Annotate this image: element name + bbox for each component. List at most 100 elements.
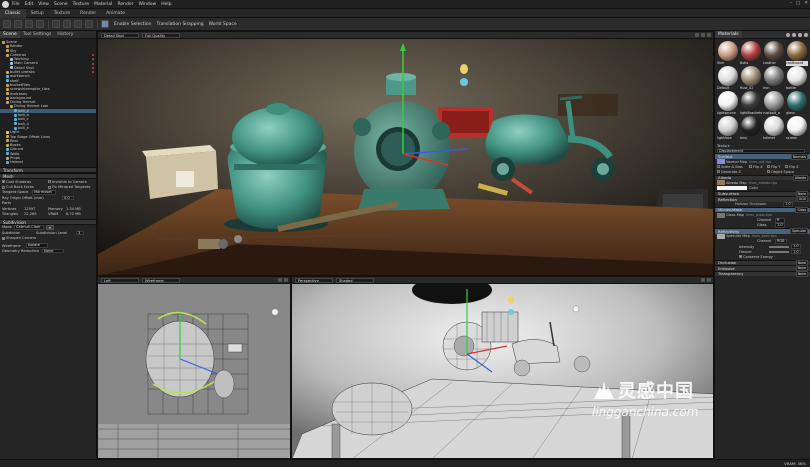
intensity-slider[interactable] bbox=[769, 245, 789, 248]
select-tool-icon[interactable] bbox=[3, 20, 11, 28]
add-light-icon[interactable] bbox=[52, 20, 60, 28]
material-swatch[interactable]: Skin bbox=[717, 41, 738, 66]
main-viewport[interactable]: Detail Shot Full Quality bbox=[97, 31, 714, 276]
flip-x-checkbox[interactable] bbox=[749, 165, 752, 169]
tab-tool-settings[interactable]: Tool Settings bbox=[20, 31, 55, 38]
fix-mirrored-tangents-checkbox[interactable] bbox=[48, 185, 51, 189]
add-material-icon[interactable] bbox=[786, 32, 790, 37]
fresnel-slider[interactable] bbox=[769, 250, 789, 253]
material-swatch[interactable]: screen bbox=[786, 116, 807, 141]
material-preview[interactable] bbox=[787, 66, 807, 86]
main-quality-dropdown[interactable]: Full Quality bbox=[142, 32, 180, 38]
mode-apply-button[interactable]: ▾ bbox=[46, 224, 54, 230]
material-swatch[interactable]: Bolts bbox=[740, 41, 761, 66]
viewport-maximize-icon[interactable] bbox=[701, 33, 705, 37]
perspective-camera-dropdown[interactable]: Perspective bbox=[295, 277, 333, 283]
maximize-icon[interactable]: □ bbox=[796, 1, 800, 6]
add-camera-icon[interactable] bbox=[63, 20, 71, 28]
scene-tree-item[interactable]: Helmet bbox=[0, 160, 96, 164]
material-preview[interactable] bbox=[764, 91, 784, 111]
generate-z-checkbox[interactable] bbox=[717, 170, 720, 174]
viewport-close-icon[interactable] bbox=[284, 278, 288, 282]
material-settings-icon[interactable] bbox=[804, 32, 808, 37]
wireframe-dropdown[interactable]: Isolate bbox=[26, 243, 48, 248]
displacement-dropdown[interactable]: Displacement bbox=[717, 148, 805, 154]
material-swatch[interactable]: bottle bbox=[786, 66, 807, 91]
scale-tool-icon[interactable] bbox=[36, 20, 44, 28]
gloss-field[interactable]: 1.0 bbox=[775, 223, 785, 228]
visibility-icon[interactable] bbox=[92, 58, 94, 61]
left-viewport[interactable]: Left Wireframe bbox=[97, 276, 291, 459]
material-swatch[interactable]: lightBrackets bbox=[740, 91, 762, 116]
viewport-settings-icon[interactable] bbox=[695, 33, 699, 37]
menu-file[interactable]: File bbox=[12, 2, 20, 7]
gloss-channel-dropdown[interactable]: R bbox=[775, 218, 785, 223]
material-swatch[interactable]: lightsource bbox=[717, 91, 738, 116]
menu-help[interactable]: Help bbox=[161, 2, 171, 7]
fresnel-field[interactable]: 1.0 bbox=[791, 249, 801, 255]
geometry-reduction-dropdown[interactable]: None bbox=[42, 248, 64, 254]
tab-texture[interactable]: Texture bbox=[49, 9, 75, 18]
duplicate-material-icon[interactable] bbox=[792, 32, 796, 37]
enable-selection-toggle[interactable]: Enable Selection bbox=[114, 22, 152, 27]
menu-render[interactable]: Render bbox=[117, 2, 133, 7]
visibility-icon[interactable] bbox=[92, 66, 94, 69]
flip-z-checkbox[interactable] bbox=[785, 165, 788, 169]
tab-render[interactable]: Render bbox=[75, 9, 101, 18]
material-preview[interactable] bbox=[787, 91, 807, 111]
material-preview[interactable] bbox=[787, 41, 807, 61]
add-shadow-catcher-icon[interactable] bbox=[85, 20, 93, 28]
material-swatch[interactable]: lightface bbox=[717, 116, 738, 141]
tab-history[interactable]: History bbox=[54, 31, 76, 38]
invisible-to-camera-checkbox[interactable] bbox=[48, 180, 51, 184]
material-preview[interactable] bbox=[764, 116, 784, 136]
gloss-map-thumb[interactable] bbox=[717, 212, 725, 218]
intensity-field[interactable]: 1.0 bbox=[791, 244, 801, 249]
tab-animate[interactable]: Animate bbox=[101, 9, 130, 18]
left-camera-dropdown[interactable]: Left bbox=[101, 277, 139, 283]
ray-origin-field[interactable]: 0.0 bbox=[62, 195, 74, 201]
material-swatch[interactable]: helmet bbox=[763, 116, 784, 141]
visibility-icon[interactable] bbox=[92, 54, 94, 57]
viewport-settings-icon[interactable] bbox=[701, 278, 705, 282]
material-swatch[interactable]: Rust_02 bbox=[740, 66, 761, 91]
albedo-type-dropdown[interactable]: Albedo bbox=[792, 174, 808, 181]
cast-shadows-checkbox[interactable] bbox=[2, 180, 5, 184]
perspective-mode-dropdown[interactable]: Shaded bbox=[336, 277, 374, 283]
tab-scene[interactable]: Scene bbox=[0, 31, 20, 38]
tab-classic[interactable]: Classic bbox=[0, 8, 26, 18]
material-preview[interactable] bbox=[764, 41, 784, 61]
sharpen-corners-checkbox[interactable] bbox=[2, 236, 5, 240]
viewport-close-icon[interactable] bbox=[707, 33, 711, 37]
material-swatch[interactable]: cardboard bbox=[786, 41, 808, 66]
close-icon[interactable]: ✕ bbox=[804, 1, 808, 6]
material-preview[interactable] bbox=[787, 116, 807, 136]
rotate-tool-icon[interactable] bbox=[25, 20, 33, 28]
material-preview[interactable] bbox=[741, 66, 761, 86]
transparency-type-dropdown[interactable]: None bbox=[795, 271, 808, 278]
left-mode-dropdown[interactable]: Wireframe bbox=[142, 277, 180, 283]
move-tool-icon[interactable] bbox=[14, 20, 22, 28]
enable-selection-icon[interactable] bbox=[101, 20, 109, 28]
viewport-close-icon[interactable] bbox=[707, 278, 711, 282]
specular-channel-dropdown[interactable]: RGB bbox=[775, 239, 787, 244]
tangent-space-dropdown[interactable]: Marmoset bbox=[32, 190, 56, 195]
viewport-settings-icon[interactable] bbox=[278, 278, 282, 282]
material-preview[interactable] bbox=[718, 91, 738, 111]
cull-back-faces-checkbox[interactable] bbox=[2, 185, 5, 189]
material-swatch[interactable]: Leather bbox=[763, 41, 784, 66]
perspective-viewport[interactable]: Perspective Shaded 灵感中国 lingganchina.com bbox=[291, 276, 714, 459]
world-space-toggle[interactable]: World Space bbox=[209, 22, 237, 27]
material-swatch[interactable]: Iron bbox=[763, 66, 784, 91]
microsurface-type-dropdown[interactable]: Gloss bbox=[795, 207, 808, 214]
scale-bias-checkbox[interactable] bbox=[717, 165, 720, 169]
material-preview[interactable] bbox=[718, 116, 738, 136]
reflection-type-dropdown[interactable]: GGX bbox=[796, 196, 808, 203]
mode-dropdown[interactable]: Catmull-Clark bbox=[14, 225, 44, 230]
transparency-section-header[interactable]: Transparency None bbox=[715, 270, 810, 278]
translation-snapping-toggle[interactable]: Translation Snapping bbox=[157, 22, 204, 27]
horizon-occlusion-field[interactable]: 1.0 bbox=[783, 202, 793, 207]
material-swatch[interactable]: lens bbox=[740, 116, 761, 141]
menu-edit[interactable]: Edit bbox=[25, 2, 34, 7]
material-swatch[interactable]: glass bbox=[786, 91, 807, 116]
